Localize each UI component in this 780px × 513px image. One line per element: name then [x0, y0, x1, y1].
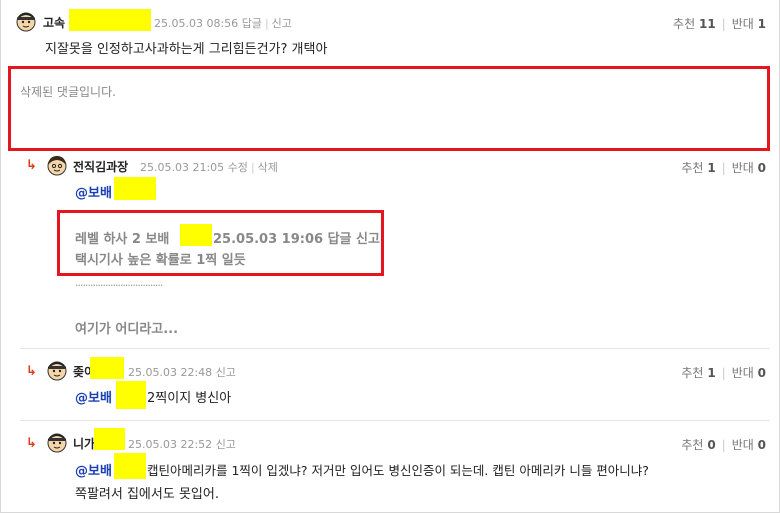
- report-link[interactable]: 신고: [272, 17, 292, 30]
- recommend-button[interactable]: 추천 0: [681, 438, 715, 452]
- mention-link[interactable]: @보배: [75, 387, 112, 406]
- comment-date: 25.05.03 21:05: [140, 161, 225, 174]
- comment-date: 25.05.03 08:56: [154, 17, 239, 30]
- comment-text: 여기가 어디라고...: [75, 322, 179, 337]
- reply-arrow-icon: ↳: [26, 364, 37, 379]
- mention-link[interactable]: @보배: [75, 182, 112, 201]
- redaction-highlight: [94, 428, 125, 450]
- redaction-highlight: [90, 357, 124, 379]
- reply-link[interactable]: 답글: [242, 17, 262, 30]
- recommend-label: 추천: [681, 438, 704, 452]
- comment-author[interactable]: 전직김과장: [73, 158, 128, 175]
- oppose-button[interactable]: 반대 0: [732, 438, 766, 452]
- deleted-comment-notice: 삭제된 댓글입니다.: [20, 85, 116, 99]
- comment-meta: 25.05.03 08:56 답글 | 신고: [154, 17, 292, 30]
- oppose-button[interactable]: 반대 0: [732, 161, 766, 175]
- reply-arrow-icon: ↳: [26, 158, 37, 173]
- comment-author[interactable]: 고속: [43, 14, 65, 31]
- redaction-highlight: [114, 453, 146, 479]
- oppose-count: 0: [757, 161, 766, 175]
- redaction-highlight: [180, 224, 212, 246]
- divider: [20, 348, 770, 349]
- comment-meta: 25.05.03 22:52 신고: [128, 436, 236, 452]
- quoted-meta-2: 25.05.03 19:06 답글 신고: [213, 232, 380, 247]
- recommend-count: 1: [707, 161, 716, 175]
- oppose-count: 0: [757, 438, 766, 452]
- comment-meta: 25.05.03 22:48 신고: [128, 364, 236, 380]
- report-link[interactable]: 신고: [216, 366, 236, 379]
- mention-link[interactable]: @보배: [75, 460, 112, 479]
- oppose-button[interactable]: 반대 1: [732, 17, 766, 31]
- divider: [20, 420, 770, 421]
- vote-box: 추천 0 | 반대 0: [681, 438, 766, 452]
- oppose-button[interactable]: 반대 0: [732, 366, 766, 380]
- comment-date: 25.05.03 22:48: [128, 366, 213, 379]
- redaction-highlight: [114, 177, 156, 200]
- recommend-count: 1: [707, 366, 716, 380]
- recommend-label: 추천: [681, 366, 704, 380]
- report-link[interactable]: 신고: [216, 438, 236, 451]
- recommend-button[interactable]: 추천 1: [681, 366, 715, 380]
- recommend-label: 추천: [673, 17, 696, 31]
- delete-link[interactable]: 삭제: [258, 161, 278, 174]
- redaction-highlight: [116, 381, 146, 409]
- avatar-icon: [47, 156, 67, 176]
- highlight-box: [8, 66, 770, 151]
- oppose-count: 1: [757, 17, 766, 31]
- edit-link[interactable]: 수정: [228, 161, 248, 174]
- comment-text: 지잘못을 인정하고사과하는게 그리힘든건가? 개택아: [45, 42, 328, 57]
- oppose-label: 반대: [731, 161, 754, 175]
- vote-box: 추천 11 | 반대 1: [673, 17, 766, 31]
- oppose-label: 반대: [731, 17, 754, 31]
- reply-arrow-icon: ↳: [26, 436, 37, 451]
- avatar-icon: [47, 433, 67, 453]
- recommend-button[interactable]: 추천 1: [681, 161, 715, 175]
- avatar-icon: [47, 361, 67, 381]
- comment-text-line2: 쪽팔려서 집에서도 못입어.: [75, 487, 219, 502]
- oppose-label: 반대: [731, 438, 754, 452]
- quoted-text: 택시기사 높은 확률로 1찍 일듯: [75, 253, 246, 268]
- avatar-icon: [16, 12, 36, 32]
- comment-author[interactable]: 니가: [73, 435, 95, 452]
- recommend-count: 0: [707, 438, 716, 452]
- oppose-label: 반대: [731, 366, 754, 380]
- vote-box: 추천 1 | 반대 0: [681, 366, 766, 380]
- separator-dots: ...................................: [75, 276, 163, 289]
- recommend-count: 11: [698, 17, 716, 31]
- redaction-highlight: [69, 9, 151, 31]
- quoted-meta-1: 레벨 하사 2 보배: [75, 232, 170, 247]
- recommend-button[interactable]: 추천 11: [673, 17, 716, 31]
- oppose-count: 0: [757, 366, 766, 380]
- comment-text: 캡틴아메리카를 1찍이 입겠냐? 저거만 입어도 병신인증이 되는데. 캡틴 아…: [147, 463, 649, 478]
- comment-date: 25.05.03 22:52: [128, 438, 213, 451]
- comment-text: 2찍이지 병신아: [147, 391, 232, 406]
- vote-box: 추천 1 | 반대 0: [681, 161, 766, 175]
- comment-meta: 25.05.03 21:05 수정 | 삭제: [140, 161, 278, 174]
- recommend-label: 추천: [681, 161, 704, 175]
